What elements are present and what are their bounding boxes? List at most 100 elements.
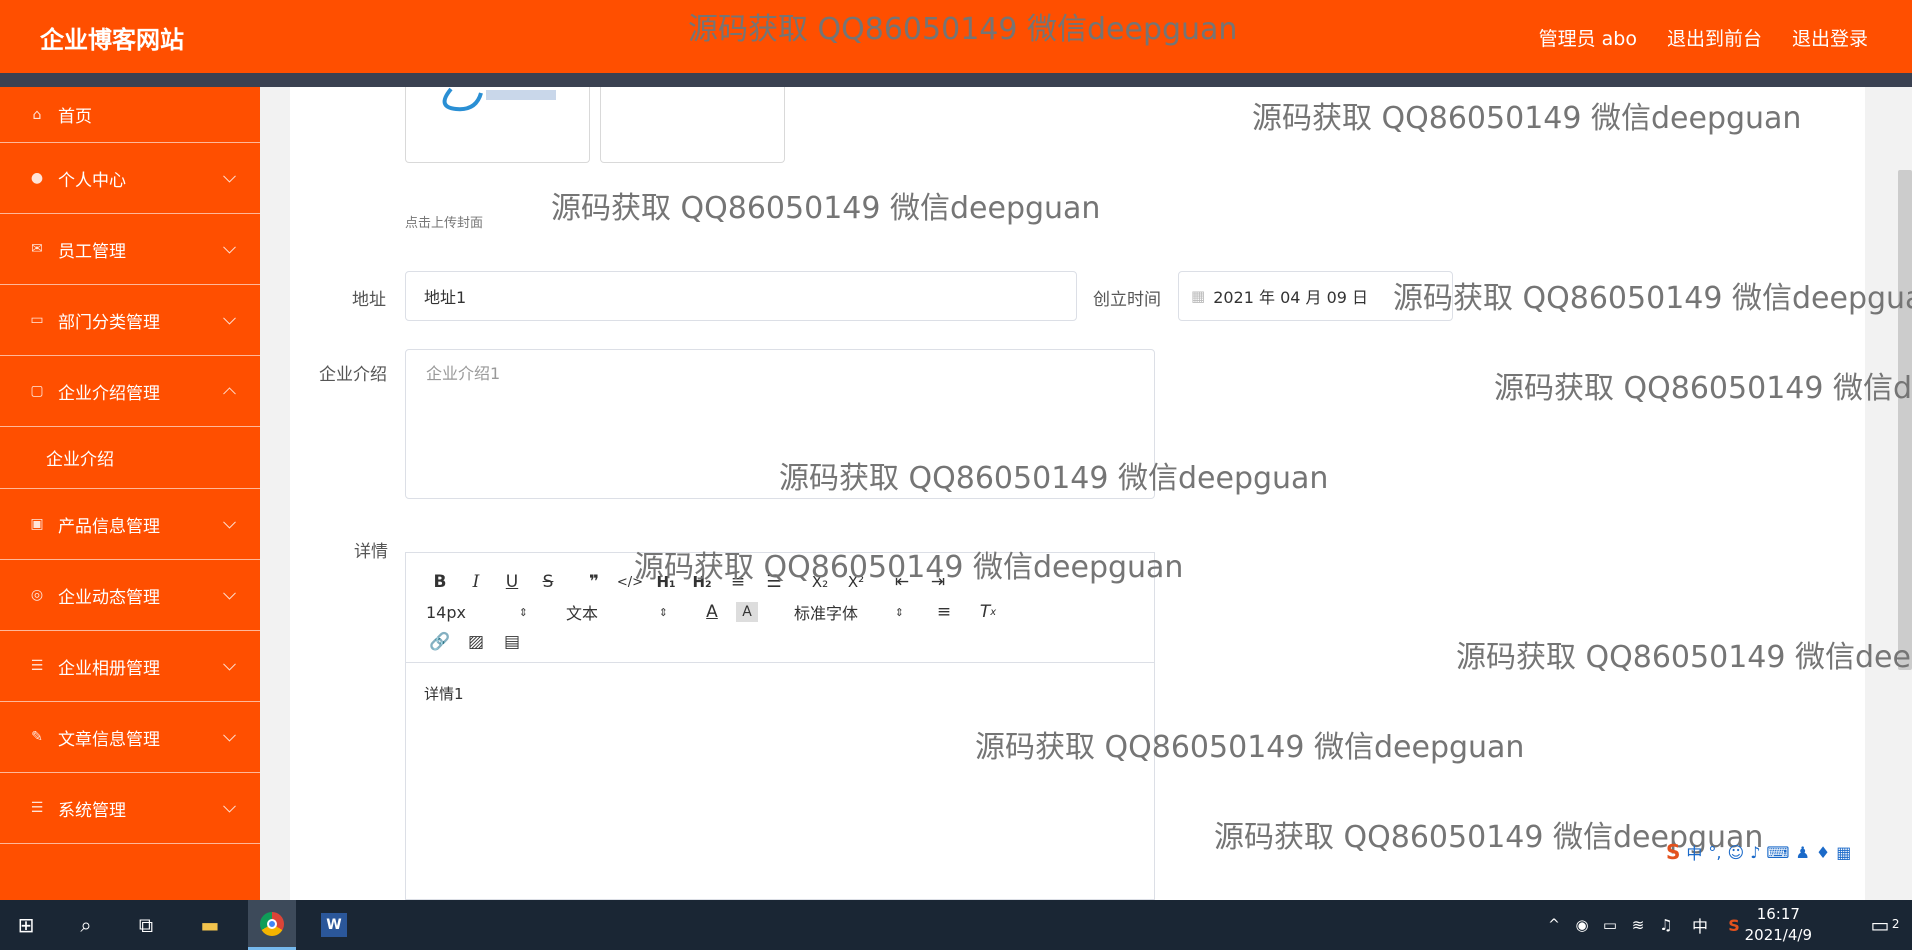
ordered-list-icon[interactable]: ≡ xyxy=(720,568,756,596)
admin-user-link[interactable]: 管理员 abo xyxy=(1539,24,1637,51)
created-date-label: 创立时间 xyxy=(1093,290,1161,310)
intro-label: 企业介绍 xyxy=(319,365,387,385)
search-icon[interactable]: ⌕ xyxy=(62,900,110,950)
underline-icon[interactable]: U xyxy=(494,568,530,596)
address-label: 地址 xyxy=(352,290,386,310)
user-icon[interactable]: ♟ xyxy=(1796,843,1810,862)
skin-icon[interactable]: ♦ xyxy=(1816,843,1830,862)
header-divider xyxy=(0,73,1912,87)
page-scrollbar[interactable] xyxy=(1898,170,1912,670)
exit-to-front-link[interactable]: 退出到前台 xyxy=(1667,24,1762,51)
sidebar-item-label: 员工管理 xyxy=(58,241,126,262)
cover-upload-box[interactable] xyxy=(600,87,785,163)
sidebar-item-label: 企业介绍管理 xyxy=(58,383,160,404)
font-color-icon[interactable]: A xyxy=(694,598,730,626)
logout-link[interactable]: 退出登录 xyxy=(1792,24,1868,51)
detail-label: 详情 xyxy=(354,542,388,562)
ime-toolbar[interactable]: S 中 °, ☺ ♪ ⌨ ♟ ♦ ▦ xyxy=(1660,836,1912,868)
keyboard-icon[interactable]: ⌨ xyxy=(1766,843,1789,862)
created-date-picker[interactable]: ▦ 2021 年 04 月 09 日 xyxy=(1178,271,1453,321)
sidebar-item-label: 部门分类管理 xyxy=(58,312,160,333)
list-icon: ☰ xyxy=(30,658,44,674)
sidebar-subitem-label: 企业介绍 xyxy=(46,450,114,470)
header-nav: 管理员 abo 退出到前台 退出登录 xyxy=(1539,24,1868,51)
intro-value: 企业介绍1 xyxy=(426,364,501,383)
ime-lang-indicator[interactable]: 中 xyxy=(1686,840,1702,864)
editor-content[interactable]: 详情1 xyxy=(406,663,1154,724)
chevron-down-icon xyxy=(223,657,236,671)
windows-taskbar: ⊞ ⌕ ⧉ ▬ W ^ ◉ ▭ ≋ ♫ 中 S 16:17 2021/4/9 ▭… xyxy=(0,900,1912,950)
subscript-icon[interactable]: X₂ xyxy=(802,568,838,596)
chevron-down-icon xyxy=(223,240,236,254)
address-value: 地址1 xyxy=(424,288,467,307)
sidebar-item-albums[interactable]: ☰ 企业相册管理 xyxy=(0,631,260,702)
chevron-down-icon xyxy=(223,728,236,742)
bold-icon[interactable]: B xyxy=(422,568,458,596)
blockquote-icon[interactable]: ❞ xyxy=(576,568,612,596)
cover-upload-hint: 点击上传封面 xyxy=(405,216,484,231)
home-icon: ⌂ xyxy=(32,106,42,123)
superscript-icon[interactable]: X² xyxy=(838,568,874,596)
microphone-icon[interactable]: ♪ xyxy=(1750,843,1760,862)
notification-icon[interactable]: ▭ 2 xyxy=(1856,900,1904,950)
calendar-icon: ▦ xyxy=(1191,287,1206,305)
image-icon[interactable]: ▨ xyxy=(458,628,494,656)
rich-text-editor: B I U S ❞ </> H₁ H₂ ≡ ☰ X₂ X² ⇤ ⇥ 14px ⇕… xyxy=(405,552,1155,900)
heading2-icon[interactable]: H₂ xyxy=(684,568,720,596)
sidebar-item-news[interactable]: ◎ 企业动态管理 xyxy=(0,560,260,631)
wallet-icon: ▣ xyxy=(30,516,44,532)
font-family-value: 标准字体 xyxy=(794,604,859,623)
chevron-down-icon xyxy=(223,311,236,325)
word-icon[interactable]: W xyxy=(310,900,358,950)
chrome-icon[interactable] xyxy=(248,900,296,950)
emoji-icon[interactable]: ☺ xyxy=(1728,843,1745,862)
clear-format-icon[interactable]: Tx xyxy=(970,598,1006,626)
list-icon: ☰ xyxy=(30,800,44,816)
created-date-value: 2021 年 04 月 09 日 xyxy=(1213,288,1369,307)
task-view-icon[interactable]: ⧉ xyxy=(122,900,170,950)
sidebar: ⌂ 首页 ● 个人中心 ✉ 员工管理 ▭ 部门分类管理 ▢ 企业介绍管理 企业介… xyxy=(0,87,260,900)
background-color-icon[interactable]: A xyxy=(736,602,758,622)
sidebar-item-company-intro-mgmt[interactable]: ▢ 企业介绍管理 xyxy=(0,356,260,427)
sidebar-item-staff[interactable]: ✉ 员工管理 xyxy=(0,214,260,285)
sidebar-item-departments[interactable]: ▭ 部门分类管理 xyxy=(0,285,260,356)
code-block-icon[interactable]: </> xyxy=(612,568,648,596)
sidebar-item-home[interactable]: ⌂ 首页 xyxy=(0,87,260,143)
heading1-icon[interactable]: H₁ xyxy=(648,568,684,596)
file-explorer-icon[interactable]: ▬ xyxy=(186,900,234,950)
align-icon[interactable]: ≡ xyxy=(926,598,962,626)
link-icon[interactable]: 🔗 xyxy=(422,628,458,656)
top-header: 企业博客网站 管理员 abo 退出到前台 退出登录 xyxy=(0,0,1912,73)
system-clock[interactable]: 16:17 2021/4/9 xyxy=(1745,904,1812,946)
chevron-down-icon xyxy=(223,586,236,600)
bullet-list-icon[interactable]: ☰ xyxy=(756,568,792,596)
chat-icon: ▢ xyxy=(30,383,44,399)
address-input[interactable]: 地址1 xyxy=(405,271,1077,321)
font-size-select[interactable]: 14px ⇕ xyxy=(422,598,532,626)
chevron-down-icon xyxy=(223,515,236,529)
sidebar-item-label: 产品信息管理 xyxy=(58,516,160,537)
sidebar-item-personal-center[interactable]: ● 个人中心 xyxy=(0,143,260,214)
select-arrows-icon: ⇕ xyxy=(658,605,668,619)
sidebar-subitem-company-intro[interactable]: 企业介绍 xyxy=(0,427,260,489)
outdent-icon[interactable]: ⇤ xyxy=(884,568,920,596)
italic-icon[interactable]: I xyxy=(458,568,494,596)
sidebar-item-articles[interactable]: ✎ 文章信息管理 xyxy=(0,702,260,773)
sidebar-item-system[interactable]: ☰ 系统管理 xyxy=(0,773,260,844)
windows-start-icon[interactable]: ⊞ xyxy=(2,900,50,950)
indent-icon[interactable]: ⇥ xyxy=(920,568,956,596)
cover-image-thumbnail[interactable] xyxy=(405,87,590,163)
punctuation-icon[interactable]: °, xyxy=(1708,843,1721,862)
chevron-down-icon xyxy=(223,799,236,813)
intro-textarea[interactable]: 企业介绍1 xyxy=(405,349,1155,499)
text-type-value: 文本 xyxy=(566,604,599,623)
sidebar-item-products[interactable]: ▣ 产品信息管理 xyxy=(0,489,260,560)
message-icon: ▭ xyxy=(30,312,44,328)
strikethrough-icon[interactable]: S xyxy=(530,568,566,596)
grid-icon[interactable]: ▦ xyxy=(1836,843,1851,862)
video-icon[interactable]: ▤ xyxy=(494,628,530,656)
text-type-select[interactable]: 文本 ⇕ xyxy=(562,598,672,626)
sidebar-item-label: 系统管理 xyxy=(58,800,126,821)
target-icon: ◎ xyxy=(30,587,44,603)
font-family-select[interactable]: 标准字体 ⇕ xyxy=(790,598,908,626)
